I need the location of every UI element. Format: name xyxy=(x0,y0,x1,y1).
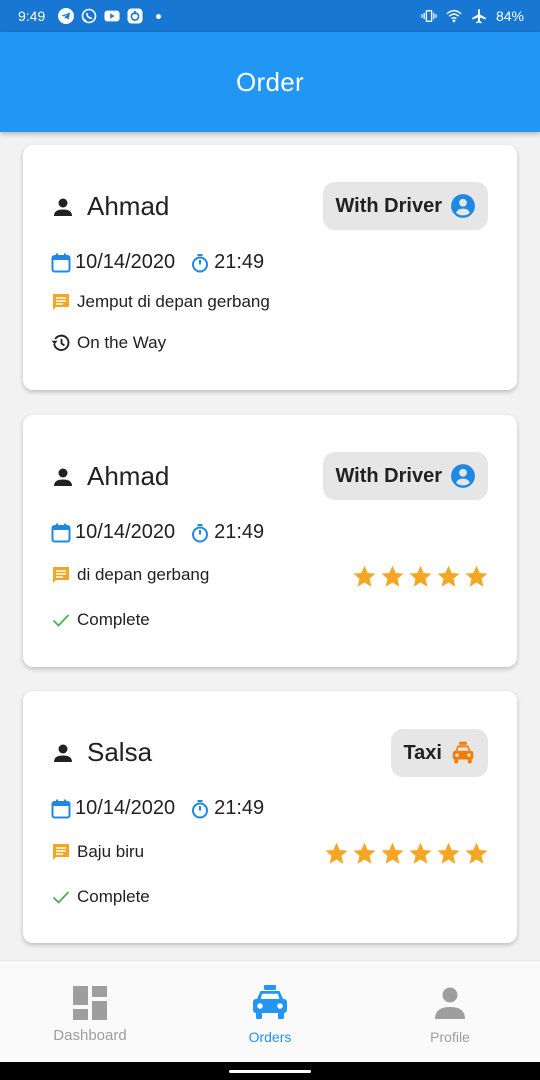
order-status: On the Way xyxy=(77,333,167,352)
order-card[interactable]: Ahmad With Driver 10/14/2020 21:49 Jempu… xyxy=(23,145,517,390)
status-row: Complete xyxy=(51,610,150,630)
more-notifications-icon xyxy=(156,13,162,19)
customer-name: Ahmad xyxy=(87,191,170,221)
star-icon xyxy=(437,565,460,587)
nav-item-orders[interactable]: Orders xyxy=(180,961,360,1062)
check-icon xyxy=(52,614,70,627)
person-icon xyxy=(54,468,72,486)
person-icon xyxy=(54,198,72,216)
page-title: Order xyxy=(236,66,304,97)
wifi-icon xyxy=(446,8,462,24)
status-bar: 9:49 84% xyxy=(0,0,540,32)
nav-item-dashboard[interactable]: Dashboard xyxy=(0,961,180,1062)
order-card[interactable]: Ahmad With Driver 10/14/2020 21:49 di de… xyxy=(23,415,517,667)
order-type-chip: With Driver xyxy=(323,452,488,500)
account-circle-icon xyxy=(451,194,475,218)
message-icon xyxy=(53,844,69,860)
star-icon xyxy=(353,565,376,587)
system-navigation-bar xyxy=(0,1062,540,1080)
note-row: Baju biru xyxy=(51,842,144,862)
youtube-icon xyxy=(104,8,120,24)
bottom-navigation: Dashboard Orders Profile xyxy=(0,960,540,1062)
whatsapp-icon xyxy=(81,8,97,24)
order-time: 21:49 xyxy=(214,797,265,819)
status-row: On the Way xyxy=(51,333,166,353)
datetime-row: 10/14/2020 21:49 xyxy=(51,251,264,274)
customer-row: Ahmad xyxy=(51,461,169,492)
datetime-row: 10/14/2020 21:49 xyxy=(51,797,264,820)
order-type-label: Taxi xyxy=(403,741,442,764)
home-gesture-pill[interactable] xyxy=(229,1070,311,1073)
nav-item-profile[interactable]: Profile xyxy=(360,961,540,1062)
app-bar: Order xyxy=(0,32,540,132)
order-status: Complete xyxy=(77,610,150,629)
customer-row: Salsa xyxy=(51,737,152,768)
customer-name: Salsa xyxy=(87,737,153,767)
order-note: Baju biru xyxy=(77,842,145,861)
status-row: Complete xyxy=(51,887,150,907)
star-icon xyxy=(325,842,348,864)
person-icon xyxy=(435,987,465,1019)
timer-icon xyxy=(192,253,209,272)
star-icon xyxy=(353,842,376,864)
order-date: 10/14/2020 xyxy=(75,797,176,819)
star-icon xyxy=(381,565,404,587)
order-type-chip: Taxi xyxy=(391,729,488,777)
customer-name: Ahmad xyxy=(87,461,170,491)
customer-row: Ahmad xyxy=(51,191,169,222)
rating-stars xyxy=(324,841,489,866)
message-icon xyxy=(53,567,69,583)
star-icon xyxy=(381,842,404,864)
order-time: 21:49 xyxy=(214,521,265,543)
timer-icon xyxy=(192,799,209,818)
message-icon xyxy=(53,294,69,310)
taxi-icon xyxy=(253,985,287,1019)
app-notification-icon xyxy=(127,8,143,24)
order-date: 10/14/2020 xyxy=(75,251,176,273)
star-icon xyxy=(465,842,488,864)
taxi-icon xyxy=(452,741,474,764)
airplane-mode-icon xyxy=(471,8,487,24)
star-icon xyxy=(409,565,432,587)
datetime-row: 10/14/2020 21:49 xyxy=(51,521,264,544)
battery-level: 84% xyxy=(495,8,524,24)
order-date: 10/14/2020 xyxy=(75,521,176,543)
order-type-chip: With Driver xyxy=(323,182,488,230)
order-note: di depan gerbang xyxy=(77,565,210,584)
calendar-icon xyxy=(51,253,71,272)
note-row: Jemput di depan gerbang xyxy=(51,292,270,312)
order-time: 21:49 xyxy=(214,251,265,273)
rating-stars xyxy=(352,564,489,589)
order-card[interactable]: Salsa Taxi 10/14/2020 21:49 Baju biru Co… xyxy=(23,691,517,943)
person-icon xyxy=(54,744,72,762)
dashboard-icon xyxy=(73,986,107,1020)
star-icon xyxy=(409,842,432,864)
star-icon xyxy=(465,565,488,587)
nav-label: Profile xyxy=(430,1029,470,1045)
vibrate-icon xyxy=(421,8,437,24)
order-note: Jemput di depan gerbang xyxy=(77,292,270,311)
telegram-icon xyxy=(58,8,75,24)
history-icon xyxy=(51,334,70,351)
calendar-icon xyxy=(51,799,71,818)
star-icon xyxy=(437,842,460,864)
order-status: Complete xyxy=(77,887,150,906)
calendar-icon xyxy=(51,523,71,542)
timer-icon xyxy=(192,523,209,542)
nav-label: Orders xyxy=(248,1029,292,1045)
status-time: 9:49 xyxy=(18,8,46,24)
check-icon xyxy=(52,891,70,904)
nav-label: Dashboard xyxy=(53,1027,127,1044)
order-type-label: With Driver xyxy=(335,194,442,217)
note-row: di depan gerbang xyxy=(51,565,209,585)
order-type-label: With Driver xyxy=(335,464,442,487)
account-circle-icon xyxy=(451,464,475,488)
